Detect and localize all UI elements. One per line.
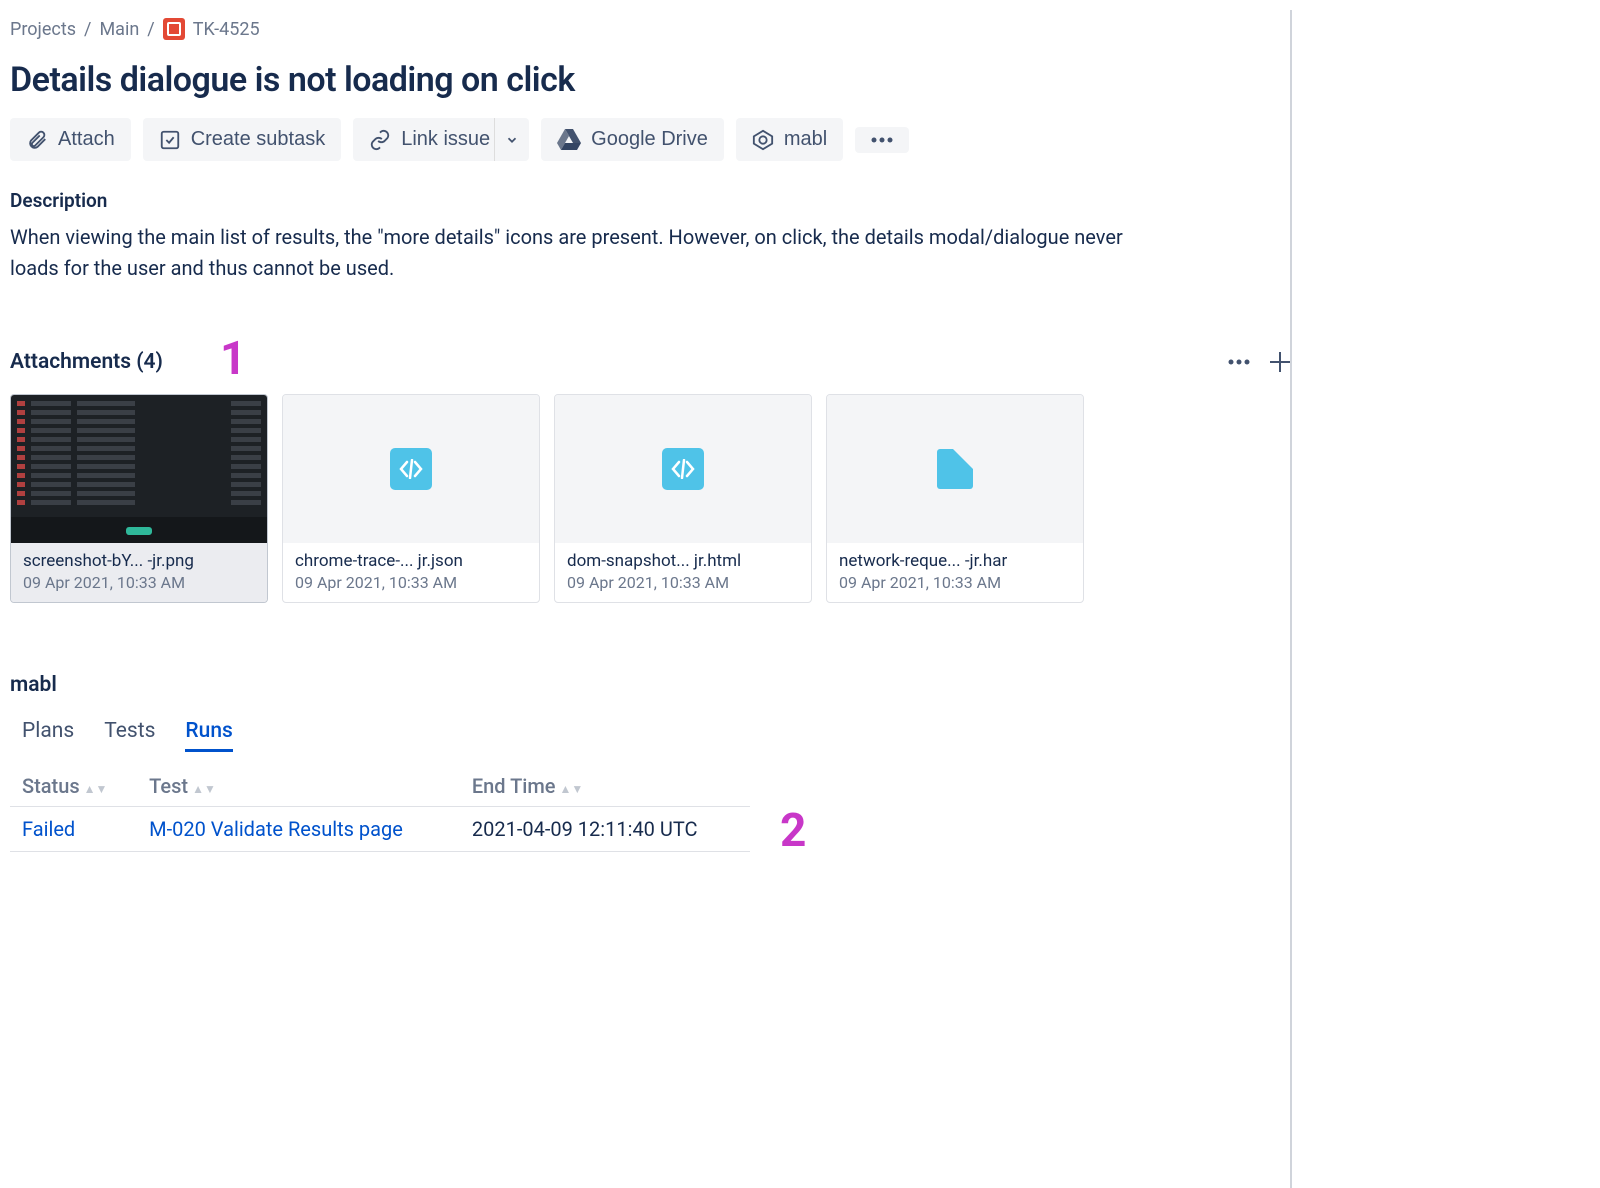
col-end-time[interactable]: End Time▲▼ — [460, 766, 750, 807]
google-drive-label: Google Drive — [591, 128, 708, 151]
sort-icon: ▲▼ — [192, 786, 216, 792]
run-end-time: 2021-04-09 12:11:40 UTC — [460, 807, 750, 852]
breadcrumb-separator: / — [84, 19, 91, 40]
mabl-button[interactable]: mabl — [736, 118, 843, 161]
paperclip-icon — [26, 129, 48, 151]
table-row[interactable]: Failed M-020 Validate Results page 2021-… — [10, 807, 750, 852]
mabl-icon — [752, 129, 774, 151]
right-divider — [1290, 10, 1292, 1188]
attachment-date: 09 Apr 2021, 10:33 AM — [295, 573, 527, 592]
attachment-thumbnail — [827, 395, 1083, 543]
attachment-thumbnail — [11, 395, 267, 543]
link-issue-label: Link issue — [401, 128, 490, 151]
chevron-down-icon — [505, 133, 519, 147]
breadcrumb-issue-key[interactable]: TK-4525 — [193, 19, 260, 40]
breadcrumb: Projects / Main / TK-4525 — [10, 10, 1290, 54]
google-drive-icon — [557, 129, 581, 151]
create-subtask-label: Create subtask — [191, 128, 326, 151]
link-issue-group: Link issue — [353, 118, 529, 161]
attachment-date: 09 Apr 2021, 10:33 AM — [839, 573, 1071, 592]
col-status[interactable]: Status▲▼ — [10, 766, 137, 807]
attachments-heading: Attachments (4) — [10, 350, 163, 374]
add-attachment-icon[interactable] — [1270, 352, 1290, 372]
annotation-2: 2 — [780, 804, 806, 858]
attachment-name: network-reque... -jr.har — [839, 551, 1071, 571]
generic-file-icon — [937, 449, 973, 489]
google-drive-button[interactable]: Google Drive — [541, 118, 724, 161]
tab-runs[interactable]: Runs — [185, 719, 232, 752]
code-file-icon — [390, 448, 432, 490]
attach-button[interactable]: Attach — [10, 118, 131, 161]
attachment-card[interactable]: chrome-trace-... jr.json 09 Apr 2021, 10… — [282, 394, 540, 603]
sort-icon: ▲▼ — [560, 786, 584, 792]
tab-tests[interactable]: Tests — [104, 719, 155, 752]
attachment-card[interactable]: dom-snapshot... jr.html 09 Apr 2021, 10:… — [554, 394, 812, 603]
attachment-name: chrome-trace-... jr.json — [295, 551, 527, 571]
run-status: Failed — [10, 807, 137, 852]
attachment-date: 09 Apr 2021, 10:33 AM — [23, 573, 255, 592]
toolbar: Attach Create subtask Link issue — [10, 118, 1290, 161]
link-issue-button[interactable]: Link issue — [353, 118, 506, 161]
attachment-name: dom-snapshot... jr.html — [567, 551, 799, 571]
attach-label: Attach — [58, 128, 115, 151]
attachments-header: Attachments (4) 1 — [10, 350, 1290, 374]
link-icon — [369, 129, 391, 151]
mabl-tabs: Plans Tests Runs — [10, 719, 1290, 752]
annotation-1: 1 — [220, 332, 246, 386]
mabl-heading: mabl — [10, 673, 1290, 697]
attachment-thumbnail — [283, 395, 539, 543]
attachments-more-icon[interactable] — [1228, 359, 1250, 365]
issue-type-icon — [163, 18, 185, 40]
col-test[interactable]: Test▲▼ — [137, 766, 460, 807]
description-body: When viewing the main list of results, t… — [10, 222, 1140, 284]
link-issue-dropdown[interactable] — [494, 118, 529, 161]
mabl-label: mabl — [784, 128, 827, 151]
description-heading: Description — [10, 189, 1290, 212]
breadcrumb-separator: / — [147, 19, 154, 40]
dots-icon — [871, 137, 893, 143]
create-subtask-button[interactable]: Create subtask — [143, 118, 342, 161]
breadcrumb-projects[interactable]: Projects — [10, 19, 76, 40]
attachment-card[interactable]: network-reque... -jr.har 09 Apr 2021, 10… — [826, 394, 1084, 603]
attachment-date: 09 Apr 2021, 10:33 AM — [567, 573, 799, 592]
attachment-card[interactable]: screenshot-bY... -jr.png 09 Apr 2021, 10… — [10, 394, 268, 603]
subtask-icon — [159, 129, 181, 151]
attachment-thumbnail — [555, 395, 811, 543]
attachment-cards: screenshot-bY... -jr.png 09 Apr 2021, 10… — [10, 394, 1290, 603]
code-file-icon — [662, 448, 704, 490]
runs-table: Status▲▼ Test▲▼ End Time▲▼ Failed M-020 … — [10, 766, 750, 852]
description-section: Description When viewing the main list o… — [10, 189, 1290, 284]
attachment-name: screenshot-bY... -jr.png — [23, 551, 255, 571]
mabl-section: mabl Plans Tests Runs Status▲▼ Test▲▼ En… — [10, 673, 1290, 852]
run-test-link[interactable]: M-020 Validate Results page — [137, 807, 460, 852]
page-title: Details dialogue is not loading on click — [10, 60, 1290, 100]
breadcrumb-main[interactable]: Main — [99, 19, 139, 40]
more-actions-button[interactable] — [855, 127, 909, 153]
tab-plans[interactable]: Plans — [22, 719, 74, 752]
sort-icon: ▲▼ — [84, 786, 108, 792]
